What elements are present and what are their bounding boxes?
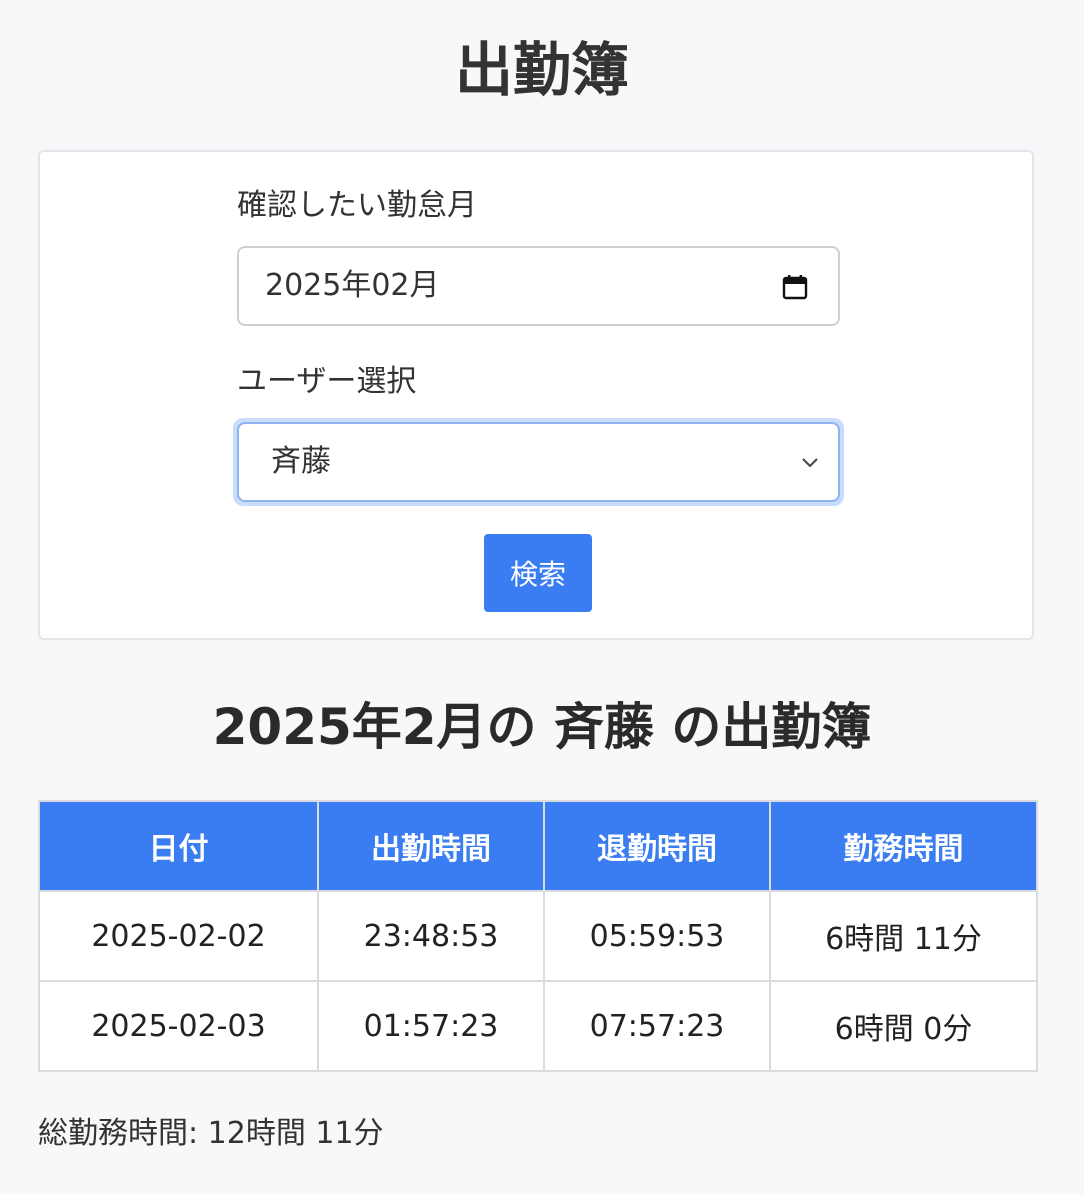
month-input-value: 2025年02月 [265,268,440,303]
header-clock-in: 出勤時間 [317,800,545,892]
user-select-focus-ring: 斉藤 [233,418,844,506]
user-select-value: 斉藤 [271,444,331,479]
total-work-time: 総勤務時間: 12時間 11分 [38,1116,384,1151]
table-row: 2025-02-03 01:57:23 07:57:23 6時間 0分 [38,980,1038,1072]
chevron-down-icon [802,458,818,468]
page-title: 出勤簿 [454,36,629,104]
table-header-row: 日付 出勤時間 退勤時間 勤務時間 [38,800,1038,892]
month-label: 確認したい勤怠月 [237,188,477,223]
cell-work-time: 6時間 0分 [769,980,1038,1072]
search-button[interactable]: 検索 [484,534,592,612]
page: 出勤簿 確認したい勤怠月 2025年02月 ユーザー選択 斉藤 検索 2025年… [0,0,1084,1194]
cell-clock-out: 07:57:23 [543,980,771,1072]
attendance-table: 日付 出勤時間 退勤時間 勤務時間 2025-02-02 23:48:53 05… [38,800,1038,1072]
cell-clock-out: 05:59:53 [543,890,771,982]
header-date: 日付 [38,800,319,892]
header-work-time: 勤務時間 [769,800,1038,892]
search-form-card: 確認したい勤怠月 2025年02月 ユーザー選択 斉藤 検索 [38,150,1034,640]
cell-work-time: 6時間 11分 [769,890,1038,982]
calendar-icon[interactable] [782,274,808,300]
cell-clock-in: 01:57:23 [317,980,545,1072]
result-title: 2025年2月の 斉藤 の出勤簿 [212,698,872,756]
header-clock-out: 退勤時間 [543,800,771,892]
table-row: 2025-02-02 23:48:53 05:59:53 6時間 11分 [38,890,1038,982]
month-input[interactable]: 2025年02月 [237,246,840,326]
user-select[interactable]: 斉藤 [237,422,840,502]
cell-date: 2025-02-02 [38,890,319,982]
user-label: ユーザー選択 [237,364,417,399]
cell-clock-in: 23:48:53 [317,890,545,982]
cell-date: 2025-02-03 [38,980,319,1072]
